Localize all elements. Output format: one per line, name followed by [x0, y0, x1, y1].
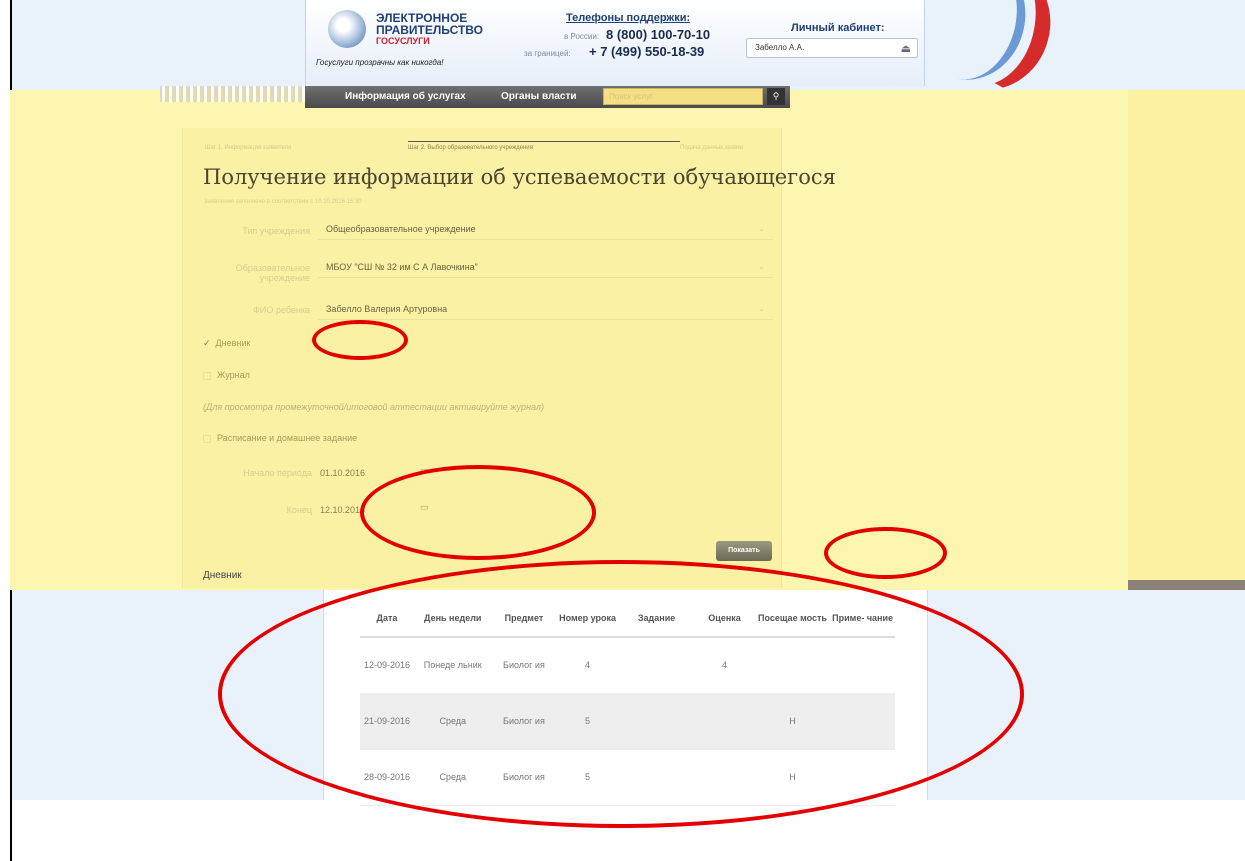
cabinet-user-box[interactable]: Забелло А.А. ⏏ [746, 38, 918, 58]
diary-heading: Дневник [203, 570, 242, 581]
check-icon: ✓ [203, 338, 211, 348]
emblem-icon[interactable] [328, 10, 366, 48]
step-3[interactable]: Подача данных заявки [680, 145, 743, 151]
steps-divider [408, 141, 680, 142]
phone-russia: 8 (800) 100-70-10 [606, 27, 711, 42]
institution-type-select[interactable]: Общеобразовательное учреждение ⌄ [318, 220, 773, 240]
option-schedule[interactable]: Расписание и домашнее задание [203, 433, 357, 443]
search-icon[interactable]: ⚲ [767, 88, 785, 105]
phone-abroad-label: за границей: [524, 49, 571, 58]
child-value: Забелло Валерия Артуровна [326, 304, 448, 314]
logo-line-2[interactable]: ПРАВИТЕЛЬСТВО [376, 24, 483, 36]
search-input[interactable]: Поиск услуг [603, 88, 763, 105]
date-to-input[interactable]: 12.10.2016 [320, 505, 365, 515]
institution-label: Образовательное учреждение [235, 263, 310, 283]
step-2[interactable]: Шаг 2. Выбор образовательного учреждения [408, 145, 533, 151]
institution-value: МБОУ "СШ № 32 им С А Лавочкина" [326, 262, 478, 272]
option-diary-label: Дневник [215, 338, 251, 348]
institution-select[interactable]: МБОУ "СШ № 32 им С А Лавочкина" ⌄ [318, 258, 773, 278]
yellow-overlay-right [1128, 90, 1245, 580]
checkbox-schedule[interactable] [203, 434, 211, 443]
rendering-glitch [160, 86, 305, 102]
cabinet-user-name: Забелло А.А. [755, 43, 805, 52]
date-from-label: Начало периода [243, 468, 312, 478]
cabinet-title: Личный кабинет: [791, 22, 885, 34]
chevron-down-icon: ⌄ [758, 224, 765, 233]
slogan: Госуслуги прозрачны как никогда! [316, 58, 444, 67]
show-button[interactable]: Показать [716, 541, 772, 561]
nav-services-info[interactable]: Информация об услугах [345, 91, 466, 102]
phone-russia-label: в России: [564, 32, 600, 41]
site-header: ЭЛЕКТРОННОЕ ПРАВИТЕЛЬСТВО ГОСУСЛУГИ Госу… [305, 0, 925, 86]
institution-type-value: Общеобразовательное учреждение [326, 224, 476, 234]
option-journal-label: Журнал [217, 370, 250, 380]
step-1[interactable]: Шаг 1. Информация заявителя [205, 145, 291, 151]
journal-note: (Для просмотра промежуточной/итоговой ат… [203, 402, 544, 412]
logout-icon[interactable]: ⏏ [901, 42, 911, 55]
main-nav: Информация об услугах Органы власти Поис… [305, 86, 790, 108]
nav-authorities[interactable]: Органы власти [501, 91, 577, 102]
institution-type-label: Тип учреждения [242, 226, 310, 236]
page-title: Получение информации об успеваемости обу… [203, 165, 836, 189]
option-journal[interactable]: Журнал [203, 370, 250, 380]
annotation-ellipse-dates [360, 465, 596, 560]
option-schedule-label: Расписание и домашнее задание [217, 433, 358, 443]
annotation-ellipse-diary [312, 320, 408, 360]
date-from-input[interactable]: 01.10.2016 [320, 468, 365, 478]
option-diary[interactable]: ✓ Дневник [203, 338, 250, 349]
checkbox-journal[interactable] [203, 371, 211, 380]
child-label: ФИО ребенка [253, 305, 310, 315]
page-subhint: Заявление заполнено в соответствии с 10.… [204, 199, 362, 205]
logo-line-3[interactable]: ГОСУСЛУГИ [376, 36, 430, 46]
support-phones-link[interactable]: Телефоны поддержки: [566, 12, 690, 24]
chevron-down-icon: ⌄ [758, 262, 765, 271]
chevron-down-icon: ⌄ [758, 304, 765, 313]
date-to-label: Конец [286, 505, 312, 515]
annotation-ellipse-show [824, 527, 947, 579]
search-placeholder: Поиск услуг [609, 92, 653, 101]
annotation-ellipse-table [218, 560, 1024, 828]
phone-abroad: + 7 (499) 550-18-39 [589, 44, 705, 59]
child-select[interactable]: Забелло Валерия Артуровна ⌄ [318, 300, 773, 320]
gray-bar [1128, 580, 1245, 590]
